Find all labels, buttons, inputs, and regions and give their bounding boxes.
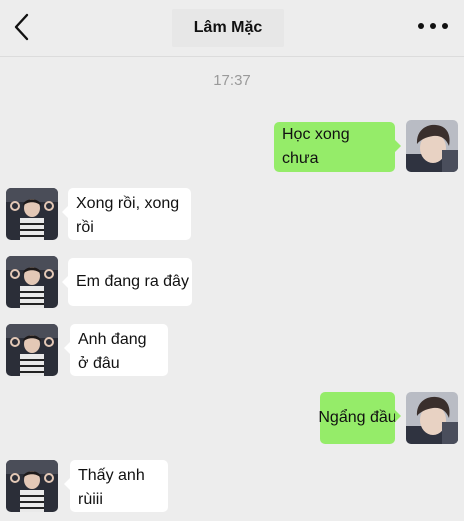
message-bubble-incoming[interactable]: Anh đang ở đâu [64, 324, 168, 376]
message-bubble-incoming[interactable]: Xong rồi, xong rồi [62, 188, 191, 240]
more-options-button[interactable] [416, 16, 450, 36]
avatar-self[interactable] [406, 120, 458, 172]
contact-avatar-photo-icon [6, 324, 58, 376]
avatar-contact[interactable] [6, 460, 58, 512]
message-bubble-incoming[interactable]: Thấy anh rùiii [64, 460, 168, 512]
chevron-left-icon [14, 13, 29, 41]
contact-avatar-photo-icon [6, 460, 58, 512]
message-bubble-outgoing[interactable]: Học xong chưa [274, 122, 401, 172]
avatar-contact[interactable] [6, 324, 58, 376]
message-text: Em đang ra đây [76, 273, 189, 290]
message-text: Anh đang ở đâu [78, 331, 147, 372]
self-avatar-photo-icon [406, 392, 458, 444]
contact-avatar-photo-icon [6, 256, 58, 308]
chat-title: Lâm Mặc [172, 9, 284, 47]
message-text: Học xong chưa [282, 126, 350, 167]
message-text: Xong rồi, xong rồi [76, 195, 180, 236]
message-bubble-outgoing[interactable]: Ngẩng đầu [318, 392, 401, 444]
message-text: Ngẩng đầu [318, 409, 397, 426]
self-avatar-photo-icon [406, 120, 458, 172]
avatar-self[interactable] [406, 392, 458, 444]
contact-avatar-photo-icon [6, 188, 58, 240]
message-text: Thấy anh rùiii [78, 467, 145, 508]
back-button[interactable] [10, 12, 36, 42]
avatar-contact[interactable] [6, 188, 58, 240]
message-timestamp: 17:37 [213, 72, 251, 89]
top-bar: Lâm Mặc [0, 0, 464, 57]
avatar-contact[interactable] [6, 256, 58, 308]
more-dots-icon [418, 23, 448, 29]
message-bubble-incoming[interactable]: Em đang ra đây [62, 258, 192, 306]
